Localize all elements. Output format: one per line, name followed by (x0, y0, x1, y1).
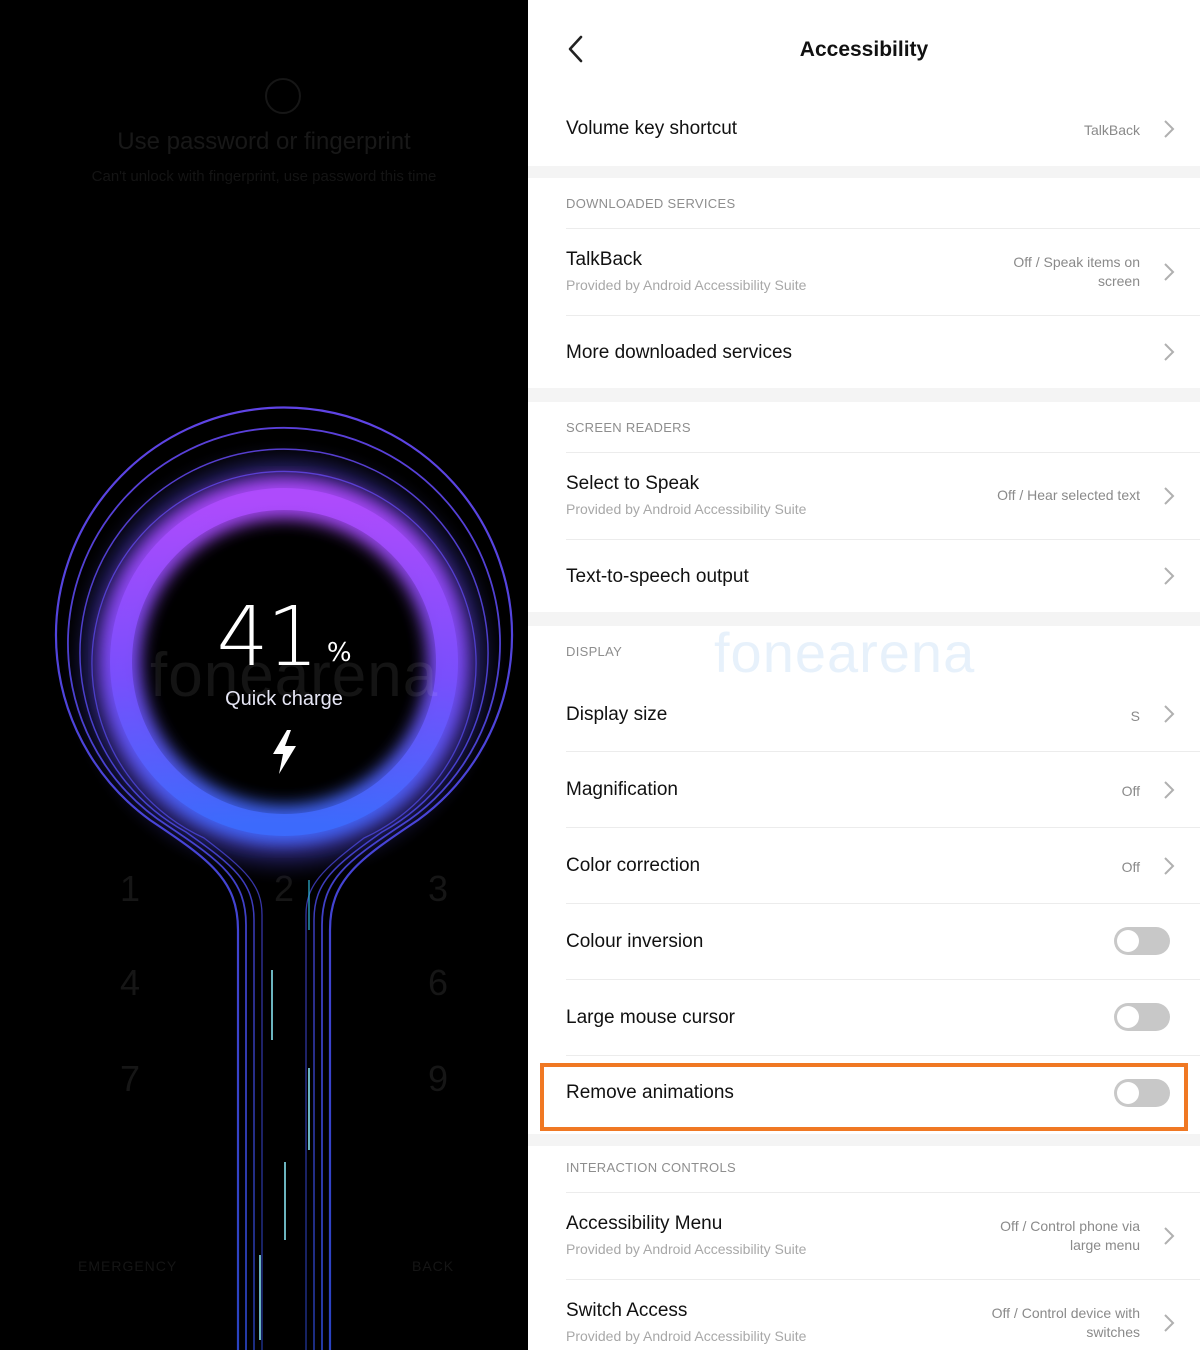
settings-group: Volume key shortcut TalkBack (528, 92, 1200, 166)
chevron-right-icon (1164, 343, 1175, 361)
battery-percent-sign: % (326, 638, 352, 668)
row-label: Text-to-speech output (566, 566, 749, 587)
row-label: Select to Speak (566, 473, 700, 494)
row-label: Accessibility Menu (566, 1213, 723, 1234)
row-value: Off / Control device with switches (992, 1304, 1140, 1342)
settings-panel: Accessibility Volume key shortcut TalkBa… (528, 0, 1200, 1350)
row-value: S (1130, 708, 1140, 724)
row-value-line: switches (1086, 1324, 1140, 1340)
highlight-box (540, 1063, 1188, 1131)
settings-group: DISPLAY Display size S Magnification Off… (528, 626, 1200, 1134)
watermark: fonearena (714, 621, 976, 684)
row-label: Colour inversion (566, 931, 704, 952)
talkback-row[interactable]: TalkBack Provided by Android Accessibili… (528, 229, 1200, 315)
accessibility-menu-row[interactable]: Accessibility Menu Provided by Android A… (528, 1193, 1200, 1279)
chevron-right-icon (1164, 857, 1175, 875)
lock-screen-panel: Use password or fingerprint Can't unlock… (0, 0, 528, 1350)
row-subtitle: Provided by Android Accessibility Suite (566, 1241, 807, 1257)
magnification-row[interactable]: Magnification Off (528, 752, 1200, 828)
row-subtitle: Provided by Android Accessibility Suite (566, 277, 807, 293)
row-value-line: Off / Speak items on (1013, 254, 1140, 270)
section-heading: DISPLAY (566, 644, 623, 659)
section-heading: INTERACTION CONTROLS (566, 1160, 736, 1175)
large-mouse-cursor-toggle[interactable] (1114, 1003, 1170, 1031)
settings-group: DOWNLOADED SERVICES TalkBack Provided by… (528, 178, 1200, 388)
switch-access-row[interactable]: Switch Access Provided by Android Access… (528, 1280, 1200, 1350)
lightning-bolt-icon (273, 730, 296, 774)
colour-inversion-toggle[interactable] (1114, 927, 1170, 955)
volume-key-shortcut-row[interactable]: Volume key shortcut TalkBack (528, 92, 1200, 166)
text-to-speech-row[interactable]: Text-to-speech output (528, 540, 1200, 612)
chevron-right-icon (1164, 1227, 1175, 1245)
row-label: TalkBack (566, 249, 643, 270)
settings-group: SCREEN READERS Select to Speak Provided … (528, 402, 1200, 612)
color-correction-row[interactable]: Color correction Off (528, 828, 1200, 904)
row-label: Color correction (566, 855, 701, 876)
chevron-right-icon (1164, 1314, 1175, 1332)
row-label: Switch Access (566, 1300, 688, 1321)
chevron-right-icon (1164, 120, 1175, 138)
row-subtitle: Provided by Android Accessibility Suite (566, 1328, 807, 1344)
chevron-right-icon (1164, 567, 1175, 585)
row-label: More downloaded services (566, 342, 793, 363)
select-to-speak-row[interactable]: Select to Speak Provided by Android Acce… (528, 453, 1200, 539)
settings-group: INTERACTION CONTROLS Accessibility Menu … (528, 1146, 1200, 1350)
row-label: Volume key shortcut (566, 118, 738, 139)
row-value-line: screen (1097, 273, 1140, 289)
row-value: Off / Hear selected text (997, 487, 1140, 503)
colour-inversion-row: Colour inversion (528, 904, 1200, 980)
large-mouse-cursor-row: Large mouse cursor (528, 980, 1200, 1056)
chevron-right-icon (1164, 705, 1175, 723)
row-subtitle: Provided by Android Accessibility Suite (566, 501, 807, 517)
row-value-line: Off / Control device with (991, 1305, 1140, 1321)
row-value-line: Off / Control phone via (1000, 1218, 1140, 1234)
battery-percent: 41% (0, 590, 528, 685)
row-value: Off (1121, 783, 1140, 799)
chevron-right-icon (1164, 487, 1175, 505)
display-size-row[interactable]: Display size S (528, 676, 1200, 752)
toggle-knob (1117, 930, 1139, 952)
section-heading: DOWNLOADED SERVICES (566, 196, 736, 211)
more-downloaded-services-row[interactable]: More downloaded services (528, 316, 1200, 388)
row-value-line: large menu (1069, 1237, 1140, 1253)
chevron-right-icon (1164, 263, 1175, 281)
charge-mode-label: Quick charge (225, 688, 343, 710)
row-label: Large mouse cursor (566, 1007, 735, 1028)
toggle-knob (1117, 1006, 1139, 1028)
row-value: Off / Speak items on screen (1013, 253, 1140, 291)
header-bar: Accessibility (528, 0, 1200, 92)
row-value: Off / Control phone via large menu (1000, 1217, 1140, 1255)
battery-percent-value: 41 (216, 590, 318, 685)
row-value: TalkBack (1083, 122, 1140, 138)
row-label: Display size (566, 704, 668, 725)
row-label: Magnification (566, 779, 678, 800)
chevron-right-icon (1164, 781, 1175, 799)
row-value: Off (1121, 859, 1140, 875)
page-title: Accessibility (799, 38, 929, 61)
section-heading: SCREEN READERS (566, 420, 691, 435)
